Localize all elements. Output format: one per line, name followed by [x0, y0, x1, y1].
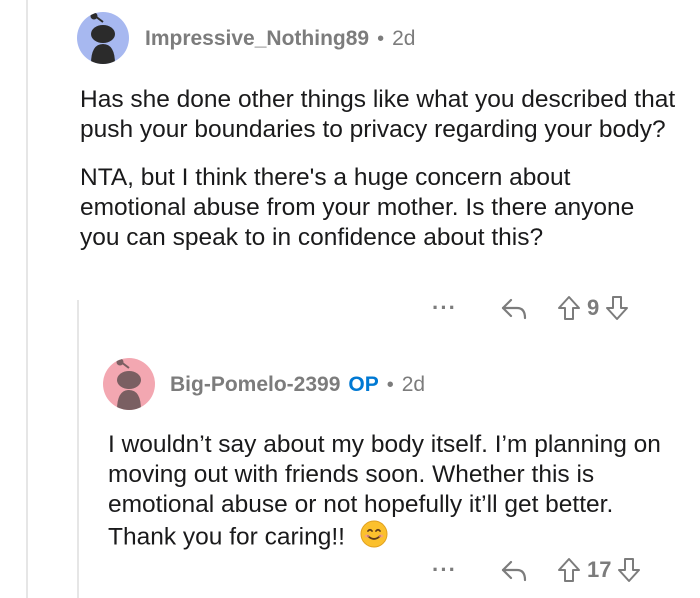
comment-body: Has she done other things like what you …	[80, 85, 680, 253]
comment-header: Impressive_Nothing89 • 2d	[145, 27, 415, 51]
reply-icon[interactable]	[499, 294, 529, 322]
comment-age: 2d	[392, 27, 416, 50]
separator-dot: •	[386, 373, 394, 396]
more-options-icon[interactable]: ···	[432, 557, 457, 583]
username[interactable]: Big-Pomelo-2399	[170, 373, 340, 397]
vote-count: 9	[586, 295, 600, 320]
comment-paragraph: Has she done other things like what you …	[80, 86, 676, 143]
comment-actions: ··· 9	[432, 294, 629, 322]
vote-count: 17	[586, 557, 612, 582]
comment-body: I wouldn’t say about my body itself. I’m…	[108, 430, 678, 556]
upvote-icon[interactable]	[557, 556, 581, 584]
snoo-avatar-icon	[116, 358, 141, 410]
more-options-icon[interactable]: ···	[432, 295, 457, 321]
op-badge: OP	[348, 373, 379, 396]
comment-thread: Impressive_Nothing89 • 2d Has she done o…	[0, 0, 700, 598]
avatar[interactable]	[103, 358, 155, 410]
comment-actions: ··· 17	[432, 556, 641, 584]
comment-paragraph: NTA, but I think there's a huge concern …	[80, 164, 635, 251]
separator-dot: •	[377, 27, 385, 50]
comment-paragraph-wrapper: I wouldn’t say about my body itself. I’m…	[108, 430, 678, 556]
thread-line[interactable]	[26, 0, 28, 598]
thread-line-nested[interactable]	[77, 300, 79, 598]
snoo-avatar-icon	[90, 12, 115, 64]
avatar[interactable]	[77, 12, 129, 64]
smiling-face-emoji	[360, 520, 388, 556]
downvote-icon[interactable]	[617, 556, 641, 584]
upvote-icon[interactable]	[557, 294, 581, 322]
comment-age: 2d	[401, 373, 426, 396]
downvote-icon[interactable]	[605, 294, 629, 322]
reply-icon[interactable]	[499, 556, 529, 584]
comment-header: Big-Pomelo-2399 OP • 2d	[170, 373, 425, 397]
username[interactable]: Impressive_Nothing89	[145, 27, 369, 51]
